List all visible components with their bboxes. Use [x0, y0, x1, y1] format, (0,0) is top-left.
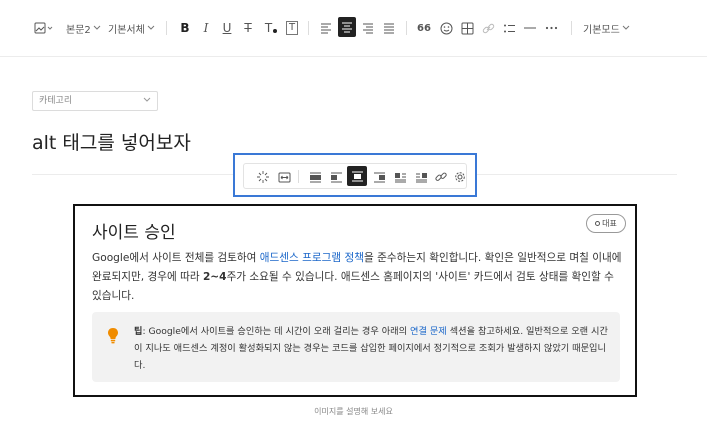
- tip-text: 팁: Google에서 사이트를 승인하는 데 시간이 오래 걸리는 경우 아래…: [134, 326, 608, 371]
- image-edit-button[interactable]: [254, 169, 272, 185]
- chevron-down-icon: [93, 25, 101, 30]
- image-wrap-left-button[interactable]: [391, 169, 409, 185]
- image-align-center-button[interactable]: [347, 166, 367, 186]
- layout-right-icon: [373, 172, 385, 182]
- category-select[interactable]: 카테고리: [32, 91, 158, 111]
- insert-image-button[interactable]: [33, 16, 55, 40]
- toolbar-divider: [406, 21, 407, 35]
- background-color-button[interactable]: T: [284, 16, 300, 40]
- table-button[interactable]: [459, 16, 475, 40]
- chevron-down-icon: [622, 25, 630, 30]
- badge-label: 대표: [602, 219, 617, 228]
- layout-center-icon: [351, 171, 363, 181]
- image-settings-button[interactable]: [451, 169, 469, 185]
- align-center-icon: [342, 22, 352, 32]
- editor-mode-dropdown[interactable]: 기본모드: [583, 16, 630, 40]
- bullet-list-button[interactable]: [501, 16, 517, 40]
- color-dot-icon: [273, 29, 278, 33]
- radio-icon: [595, 221, 601, 226]
- tip-box: 팁: Google에서 사이트를 승인하는 데 시간이 오래 걸리는 경우 아래…: [92, 312, 620, 382]
- gear-icon: [455, 172, 465, 182]
- image-icon: [34, 22, 53, 34]
- italic-button[interactable]: I: [199, 16, 213, 40]
- image-float-right-button[interactable]: [370, 169, 388, 185]
- policy-link: 애드센스 프로그램 정책: [259, 252, 364, 264]
- chevron-down-icon: [143, 97, 151, 102]
- toolbar-divider: [571, 21, 572, 35]
- quote-button[interactable]: 66: [416, 16, 432, 40]
- toolbar-divider: [308, 21, 309, 35]
- image-caption-input[interactable]: 이미지를 설명해 보세요: [0, 406, 707, 417]
- paragraph-style-dropdown[interactable]: 본문2: [66, 16, 101, 40]
- align-center-button[interactable]: [338, 17, 356, 37]
- selected-image[interactable]: 사이트 승인 대표 Google에서 사이트 전체를 검토하여 애드센스 프로그…: [73, 204, 637, 397]
- strikethrough-button[interactable]: T: [241, 16, 255, 40]
- image-paragraph: Google에서 사이트 전체를 검토하여 애드센스 프로그램 정책을 준수하는…: [92, 252, 622, 302]
- resize-horizontal-icon: [278, 172, 290, 182]
- bold-button[interactable]: B: [178, 16, 192, 40]
- image-toolbar-panel: [243, 163, 467, 189]
- toolbar-divider: [166, 21, 167, 35]
- post-title[interactable]: alt 태그를 넣어보자: [32, 128, 191, 155]
- emoji-button[interactable]: [438, 16, 454, 40]
- sparkle-icon: [257, 171, 269, 183]
- more-button[interactable]: [543, 16, 559, 40]
- image-link-button[interactable]: [432, 169, 450, 185]
- align-justify-icon: [384, 23, 394, 33]
- link-icon: [435, 172, 447, 181]
- underline-button[interactable]: U: [220, 16, 234, 40]
- representative-badge[interactable]: 대표: [586, 214, 626, 233]
- more-dots-icon: [545, 26, 557, 30]
- wrap-right-icon: [415, 172, 427, 182]
- align-left-button[interactable]: [318, 16, 334, 40]
- lightbulb-icon: [108, 328, 118, 344]
- horizontal-line-icon: [524, 27, 536, 29]
- image-wrap-right-button[interactable]: [412, 169, 430, 185]
- link-button[interactable]: [480, 16, 496, 40]
- layout-left-icon: [330, 172, 342, 182]
- image-heading: 사이트 승인: [92, 223, 176, 243]
- category-placeholder: 카테고리: [39, 96, 73, 106]
- align-right-icon: [363, 23, 373, 33]
- editor-toolbar: 본문2 기본서체 B I U T T T 66 기본모드: [0, 0, 707, 57]
- font-family-dropdown[interactable]: 기본서체: [108, 16, 155, 40]
- bullet-list-icon: [503, 24, 515, 32]
- image-toolbar: [233, 153, 477, 197]
- text-color-button[interactable]: T: [262, 16, 280, 40]
- connection-issue-link: 연결 문제: [410, 326, 447, 337]
- align-right-button[interactable]: [360, 16, 376, 40]
- link-icon: [482, 23, 494, 33]
- smiley-icon: [440, 22, 452, 34]
- wrap-left-icon: [394, 172, 406, 182]
- table-icon: [461, 22, 473, 34]
- layout-full-icon: [309, 172, 321, 182]
- align-justify-button[interactable]: [381, 16, 397, 40]
- toolbar-divider: [298, 170, 299, 183]
- image-full-width-button[interactable]: [306, 169, 324, 185]
- align-left-icon: [321, 23, 331, 33]
- chevron-down-icon: [147, 25, 155, 30]
- horizontal-rule-button[interactable]: [522, 16, 538, 40]
- image-fit-width-button[interactable]: [275, 169, 293, 185]
- image-float-left-button[interactable]: [327, 169, 345, 185]
